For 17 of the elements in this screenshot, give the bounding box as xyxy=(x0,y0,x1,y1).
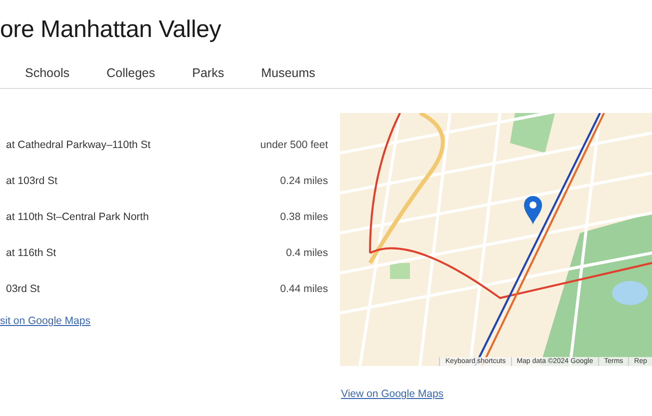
station-distance: 0.44 miles xyxy=(280,283,328,295)
station-distance: 0.4 miles xyxy=(286,247,328,259)
station-name: at 116th St xyxy=(5,247,56,259)
station-name: at 110th St–Central Park North xyxy=(5,211,149,223)
station-distance: 0.38 miles xyxy=(280,211,328,223)
category-tab[interactable]: Schools xyxy=(14,66,80,88)
station-distance: 0.24 miles xyxy=(280,175,328,187)
google-maps-link[interactable]: View on Google Maps xyxy=(341,388,444,400)
station-name: at 103rd St xyxy=(5,175,58,187)
category-tab[interactable]: Colleges xyxy=(95,66,166,88)
page-title: ore Manhattan Valley xyxy=(0,16,222,44)
google-maps-link[interactable]: sit on Google Maps xyxy=(0,315,90,327)
station-distance: under 500 feet xyxy=(260,139,328,151)
station-name: 03rd St xyxy=(5,283,40,295)
station-name: at Cathedral Parkway–110th St xyxy=(5,139,151,151)
category-tab[interactable]: Museums xyxy=(250,66,326,88)
category-tab[interactable]: Parks xyxy=(181,66,236,88)
